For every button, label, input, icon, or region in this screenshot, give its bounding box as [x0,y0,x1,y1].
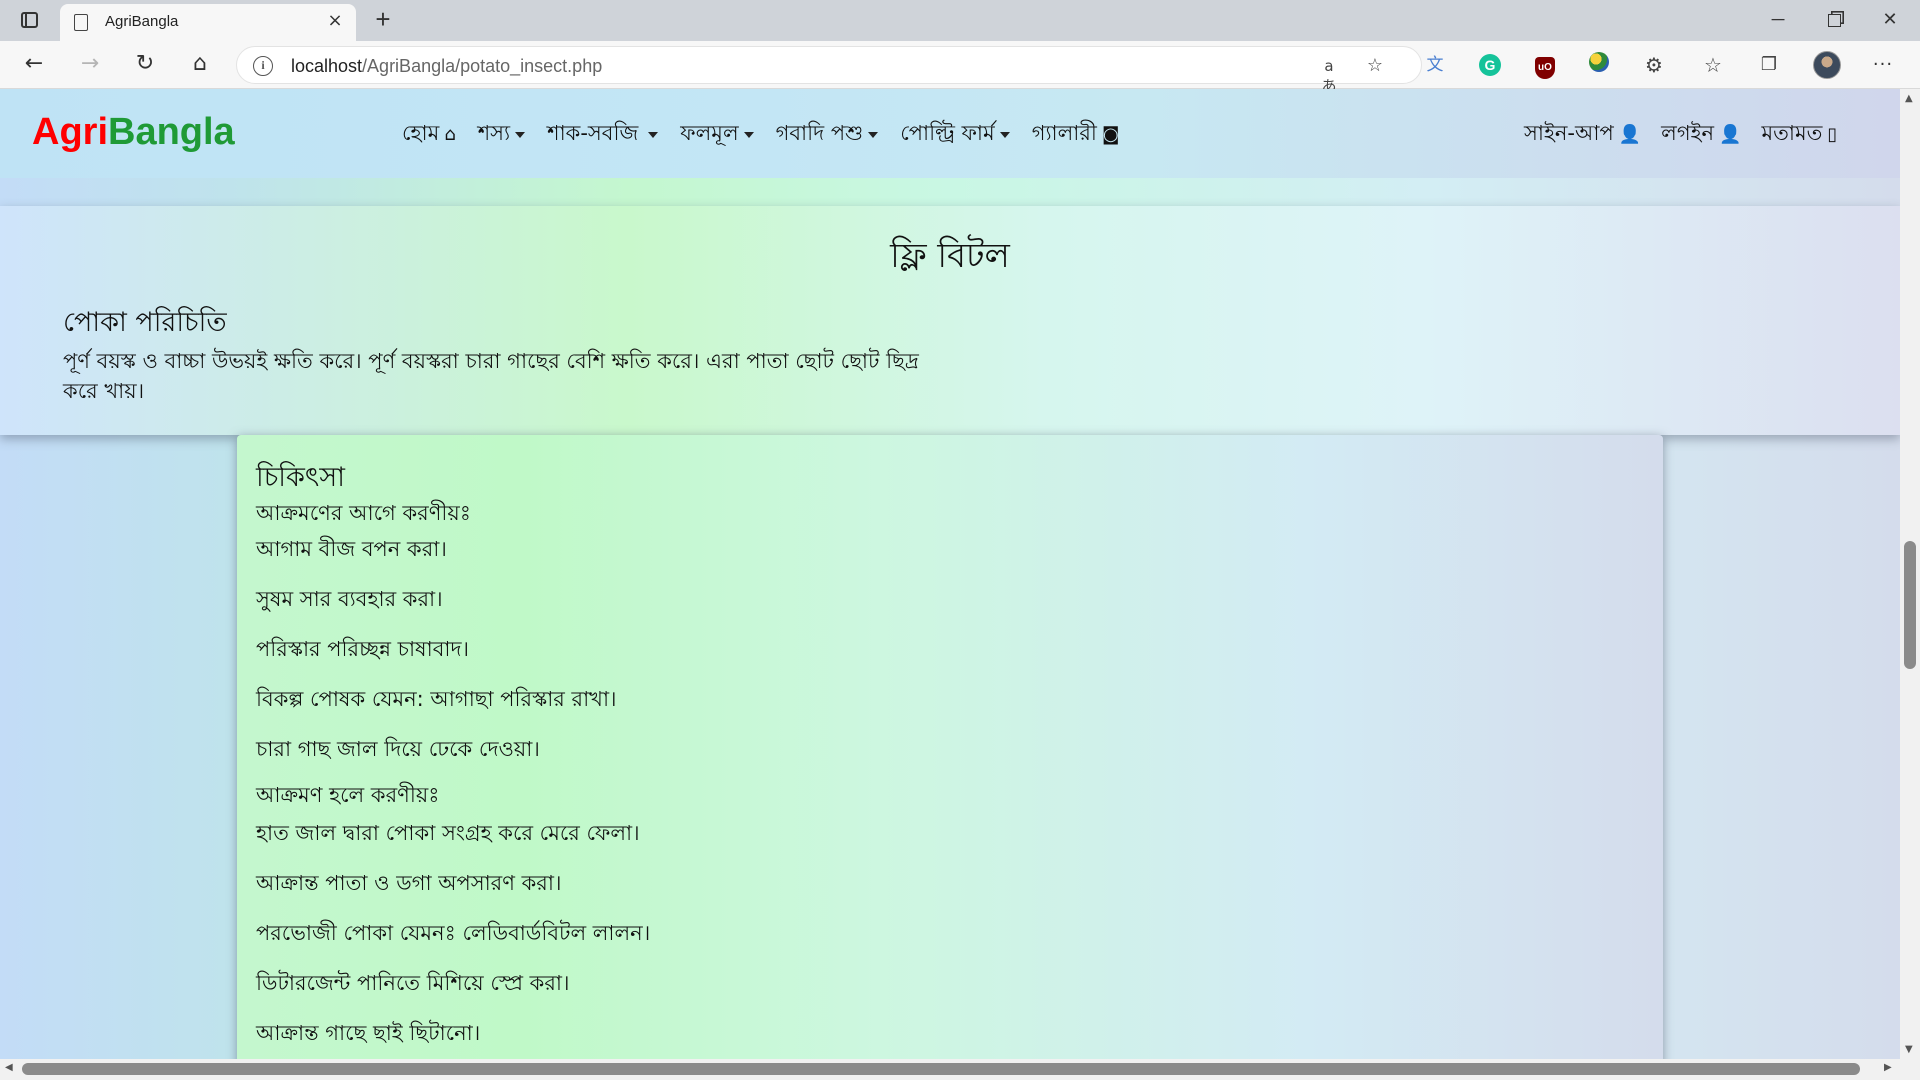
restore-icon [1827,14,1841,27]
list-item: বিকল্প পোষক যেমন: আগাছা পরিস্কার রাখা। [256,687,617,711]
mobile-icon: ▯ [1827,124,1838,145]
nav-home-label: হোম [402,121,440,145]
nav-signup[interactable]: সাইন-আপ 👤 [1524,117,1641,152]
list-item: পরভোজী পোকা যেমনঃ লেডিবার্ডবিটল লালন। [256,921,651,945]
nav-poultry-label: পোল্ট্রি ফার্ম [900,121,995,145]
address-bar[interactable]: i localhost/AgriBangla/potato_insect.php… [236,46,1422,95]
brand-logo[interactable]: AgriBangla [32,111,235,154]
reload-button[interactable]: ↻ [129,49,161,81]
translate-extension-icon[interactable]: 文 [1422,52,1448,78]
more-options-icon[interactable]: ··· [1870,52,1896,78]
nav-feedback-label: মতামত [1761,121,1823,145]
favorites-icon[interactable]: ☆ [1700,52,1726,78]
scroll-up-icon[interactable]: ▲ [1905,93,1913,104]
page-viewport: AgriBangla হোম ⌂ শস্য শাক-সবজি ফলমূল গবা… [0,89,1900,1059]
treatment-card: চিকিৎসা আক্রমণের আগে করণীয়ঃ আগাম বীজ বপ… [237,435,1663,1059]
scroll-down-icon[interactable]: ▼ [1905,1044,1913,1055]
ublock-extension-icon[interactable]: uO [1532,52,1558,79]
collections-icon[interactable]: ❐ [1756,52,1782,78]
home-icon: ⌂ [444,124,456,145]
intro-heading: পোকা পরিচিতি [63,307,227,338]
list-item: আগাম বীজ বপন করা। [256,537,447,561]
grammarly-extension-icon[interactable]: G [1477,52,1503,78]
caret-down-icon [743,131,754,138]
back-button[interactable]: ← [18,49,50,81]
page-icon [74,14,88,31]
brand-agri: Agri [32,111,108,153]
scroll-left-icon[interactable]: ◀ [5,1062,13,1073]
intro-text: পূর্ণ বয়স্ক ও বাচ্চা উভয়ই ক্ষতি করে। প… [63,349,919,403]
scroll-right-icon[interactable]: ▶ [1884,1062,1892,1073]
list-item: আক্রান্ত গাছে ছাই ছিটানো। [256,1021,481,1045]
nav-home[interactable]: হোম ⌂ [402,117,456,152]
nav-crops[interactable]: শস্য [477,117,526,152]
horizontal-scroll-thumb[interactable] [22,1063,1860,1075]
nav-livestock[interactable]: গবাদি পশু [776,117,879,152]
nav-crops-label: শস্য [477,121,511,145]
horizontal-scrollbar[interactable]: ◀ ▶ [0,1059,1900,1080]
list-item: আক্রান্ত পাতা ও ডগা অপসারণ করা। [256,871,562,895]
list-item: হাত জাল দ্বারা পোকা সংগ্রহ করে মেরে ফেলা… [256,821,640,845]
nav-gallery[interactable]: গ্যালারী ◙ [1032,117,1120,152]
window-restore-button[interactable] [1806,0,1862,41]
url-text[interactable]: localhost/AgriBangla/potato_insect.php [291,56,602,77]
nav-feedback[interactable]: মতামত ▯ [1761,117,1837,152]
nav-poultry[interactable]: পোল্ট্রি ফার্ম [900,117,1010,152]
nav-login[interactable]: লগইন 👤 [1661,117,1741,152]
browser-tab-strip: AgriBangla × + ─ ✕ [0,0,1920,41]
site-info-icon[interactable]: i [253,56,273,76]
tab-title: AgriBangla [105,13,179,30]
caret-down-icon [515,131,526,138]
vertical-scroll-thumb[interactable] [1904,541,1916,669]
nav-vegetables-label: শাক-সবজি [547,121,639,145]
user-icon: 👤 [1719,124,1742,145]
after-attack-heading: আক্রমণ হলে করণীয়ঃ [256,783,440,807]
nav-fruits[interactable]: ফলমূল [680,117,754,152]
extensions-icon[interactable]: ⚙ [1641,52,1667,78]
main-menu: হোম ⌂ শস্য শাক-সবজি ফলমূল গবাদি পশু পোল্… [402,117,1141,152]
nav-fruits-label: ফলমূল [680,121,739,145]
add-favorite-icon[interactable]: ☆ [1363,55,1387,76]
browser-tab-active[interactable]: AgriBangla × [60,4,356,41]
nav-gallery-label: গ্যালারী [1031,121,1097,145]
caret-down-icon [999,131,1010,138]
auth-menu: সাইন-আপ 👤 লগইন 👤 মতামত ▯ [1524,117,1857,152]
caret-down-icon [868,131,879,138]
treatment-title: চিকিৎসা [256,462,346,493]
list-item: সুষম সার ব্যবহার করা। [256,587,443,611]
globe-extension-icon[interactable] [1586,52,1612,78]
list-item: চারা গাছ জাল দিয়ে ঢেকে দেওয়া। [256,737,540,761]
nav-vegetables[interactable]: শাক-সবজি [547,117,659,152]
tab-actions-icon [21,12,38,28]
browser-toolbar: ← → ↻ ⌂ i localhost/AgriBangla/potato_in… [0,41,1920,95]
brand-bangla: Bangla [108,111,235,153]
forward-button[interactable]: → [74,49,106,81]
window-close-button[interactable]: ✕ [1862,0,1918,41]
nav-signup-label: সাইন-আপ [1524,121,1614,145]
nav-livestock-label: গবাদি পশু [775,121,864,145]
camera-icon: ◙ [1101,124,1120,145]
new-tab-button[interactable]: + [368,4,398,35]
scrollbar-corner [1900,1059,1920,1080]
site-navbar: AgriBangla হোম ⌂ শস্য শাক-সবজি ফলমূল গবা… [0,89,1900,178]
tab-close-icon[interactable]: × [324,10,346,31]
before-attack-heading: আক্রমণের আগে করণীয়ঃ [256,501,471,525]
caret-down-icon [648,131,659,138]
window-minimize-button[interactable]: ─ [1750,0,1806,41]
profile-avatar[interactable] [1813,51,1841,79]
list-item: ডিটারজেন্ট পানিতে মিশিয়ে স্প্রে করা। [256,971,570,995]
user-plus-icon: 👤 [1618,124,1642,145]
page-title: ফ্লি বিটল [890,236,1010,276]
list-item: পরিস্কার পরিচ্ছন্ন চাষাবাদ। [256,637,470,661]
home-button[interactable]: ⌂ [184,49,216,81]
vertical-scrollbar[interactable]: ▲ ▼ [1900,89,1920,1059]
pest-info-card: ফ্লি বিটল পোকা পরিচিতি পূর্ণ বয়স্ক ও বা… [0,206,1900,435]
tab-actions-menu[interactable] [14,8,46,32]
nav-login-label: লগইন [1661,121,1715,145]
